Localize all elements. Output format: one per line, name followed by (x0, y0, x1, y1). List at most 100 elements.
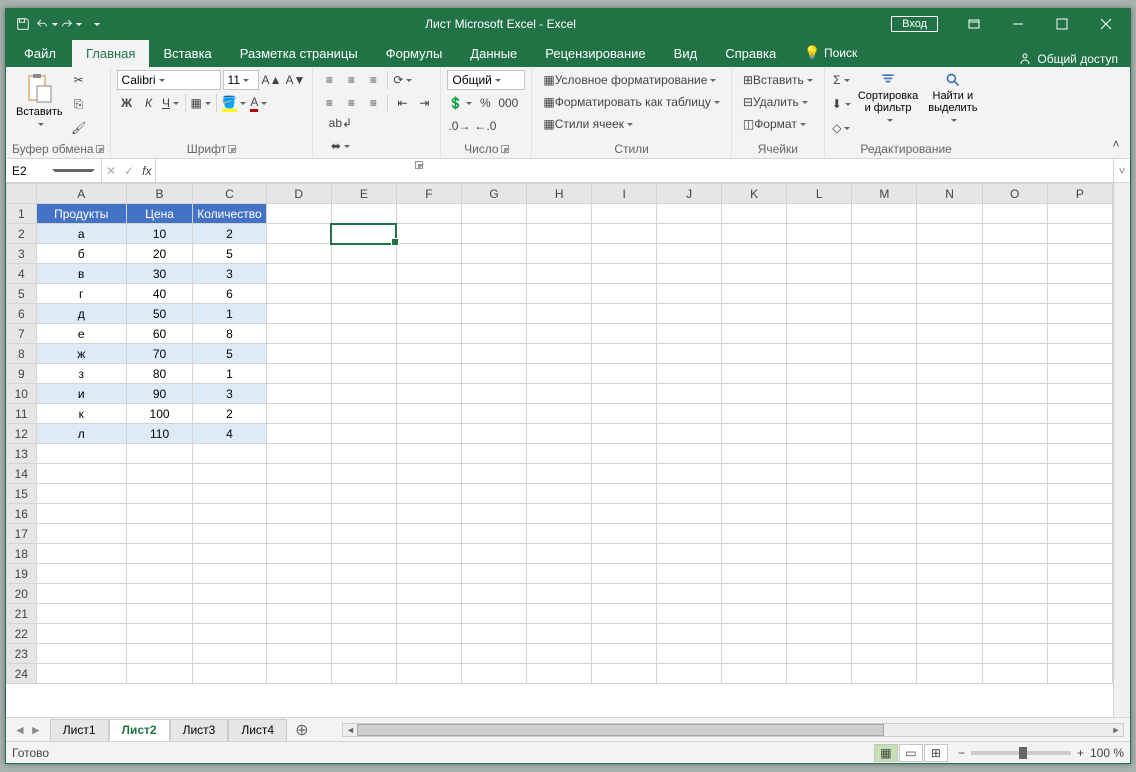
row-header-5[interactable]: 5 (7, 284, 37, 304)
cell-F18[interactable] (396, 544, 461, 564)
increase-font-icon[interactable]: A▲ (261, 70, 283, 90)
cell-N17[interactable] (917, 524, 982, 544)
cell-J3[interactable] (657, 244, 722, 264)
cell-A6[interactable]: д (36, 304, 126, 324)
cell-N2[interactable] (917, 224, 982, 244)
cell-B6[interactable]: 50 (126, 304, 192, 324)
font-size-combo[interactable]: 11 (223, 70, 259, 90)
tab-view[interactable]: Вид (660, 40, 712, 67)
row-header-15[interactable]: 15 (7, 484, 37, 504)
cell-K5[interactable] (722, 284, 787, 304)
cell-L12[interactable] (787, 424, 852, 444)
cell-C5[interactable]: 6 (193, 284, 266, 304)
cell-P19[interactable] (1047, 564, 1112, 584)
underline-button[interactable]: Ч (161, 93, 181, 113)
cell-K4[interactable] (722, 264, 787, 284)
row-header-19[interactable]: 19 (7, 564, 37, 584)
row-header-21[interactable]: 21 (7, 604, 37, 624)
cell-H7[interactable] (527, 324, 592, 344)
cell-N12[interactable] (917, 424, 982, 444)
cell-M8[interactable] (852, 344, 917, 364)
cell-I9[interactable] (592, 364, 657, 384)
copy-icon[interactable]: ⎘ (69, 94, 89, 114)
cell-A5[interactable]: г (36, 284, 126, 304)
cell-D22[interactable] (266, 624, 331, 644)
tab-data[interactable]: Данные (456, 40, 531, 67)
collapse-ribbon-icon[interactable]: ˄ (1106, 134, 1126, 154)
cell-P13[interactable] (1047, 444, 1112, 464)
cell-I17[interactable] (592, 524, 657, 544)
horizontal-scrollbar[interactable]: ◄► (342, 723, 1124, 737)
add-sheet-icon[interactable]: ⊕ (287, 718, 316, 742)
cell-M14[interactable] (852, 464, 917, 484)
cell-M9[interactable] (852, 364, 917, 384)
cell-O12[interactable] (982, 424, 1047, 444)
column-header-I[interactable]: I (592, 184, 657, 204)
cell-N5[interactable] (917, 284, 982, 304)
merge-center-icon[interactable]: ⬌ (323, 136, 357, 156)
cell-O21[interactable] (982, 604, 1047, 624)
cell-D14[interactable] (266, 464, 331, 484)
cell-L1[interactable] (787, 204, 852, 224)
align-left-icon[interactable]: ≡ (319, 93, 339, 113)
cell-K3[interactable] (722, 244, 787, 264)
cell-N20[interactable] (917, 584, 982, 604)
cell-H18[interactable] (527, 544, 592, 564)
cell-E13[interactable] (331, 444, 396, 464)
cell-A23[interactable] (36, 644, 126, 664)
cell-M19[interactable] (852, 564, 917, 584)
cell-L17[interactable] (787, 524, 852, 544)
row-header-23[interactable]: 23 (7, 644, 37, 664)
cell-K6[interactable] (722, 304, 787, 324)
cancel-formula-icon[interactable]: ✕ (106, 164, 116, 178)
zoom-in-icon[interactable]: + (1077, 746, 1084, 760)
column-header-N[interactable]: N (917, 184, 982, 204)
cell-A22[interactable] (36, 624, 126, 644)
delete-cells-button[interactable]: ⊟ Удалить (738, 92, 818, 112)
cell-F1[interactable] (396, 204, 461, 224)
column-header-M[interactable]: M (852, 184, 917, 204)
cell-K10[interactable] (722, 384, 787, 404)
row-header-17[interactable]: 17 (7, 524, 37, 544)
tab-file[interactable]: Файл (8, 40, 72, 67)
cell-K21[interactable] (722, 604, 787, 624)
column-header-G[interactable]: G (461, 184, 526, 204)
cell-A18[interactable] (36, 544, 126, 564)
zoom-out-icon[interactable]: − (958, 746, 965, 760)
cell-B10[interactable]: 90 (126, 384, 192, 404)
row-header-1[interactable]: 1 (7, 204, 37, 224)
tab-review[interactable]: Рецензирование (531, 40, 659, 67)
cell-J16[interactable] (657, 504, 722, 524)
cell-M13[interactable] (852, 444, 917, 464)
cell-O10[interactable] (982, 384, 1047, 404)
row-header-13[interactable]: 13 (7, 444, 37, 464)
row-header-2[interactable]: 2 (7, 224, 37, 244)
font-color-icon[interactable]: A (249, 93, 269, 113)
cell-J22[interactable] (657, 624, 722, 644)
vertical-scrollbar[interactable] (1113, 183, 1130, 717)
redo-icon[interactable] (60, 13, 82, 35)
cell-M5[interactable] (852, 284, 917, 304)
cell-O5[interactable] (982, 284, 1047, 304)
cell-F23[interactable] (396, 644, 461, 664)
cell-K16[interactable] (722, 504, 787, 524)
cell-G16[interactable] (461, 504, 526, 524)
undo-icon[interactable] (36, 13, 58, 35)
cell-C23[interactable] (193, 644, 266, 664)
cell-D12[interactable] (266, 424, 331, 444)
cell-N3[interactable] (917, 244, 982, 264)
cell-H22[interactable] (527, 624, 592, 644)
cell-B13[interactable] (126, 444, 192, 464)
cell-P14[interactable] (1047, 464, 1112, 484)
cell-C10[interactable]: 3 (193, 384, 266, 404)
cell-P12[interactable] (1047, 424, 1112, 444)
cell-P18[interactable] (1047, 544, 1112, 564)
cell-C8[interactable]: 5 (193, 344, 266, 364)
cell-P6[interactable] (1047, 304, 1112, 324)
cell-M17[interactable] (852, 524, 917, 544)
tab-home[interactable]: Главная (72, 40, 149, 67)
cell-B17[interactable] (126, 524, 192, 544)
save-icon[interactable] (12, 13, 34, 35)
tab-help[interactable]: Справка (711, 40, 790, 67)
cell-M4[interactable] (852, 264, 917, 284)
